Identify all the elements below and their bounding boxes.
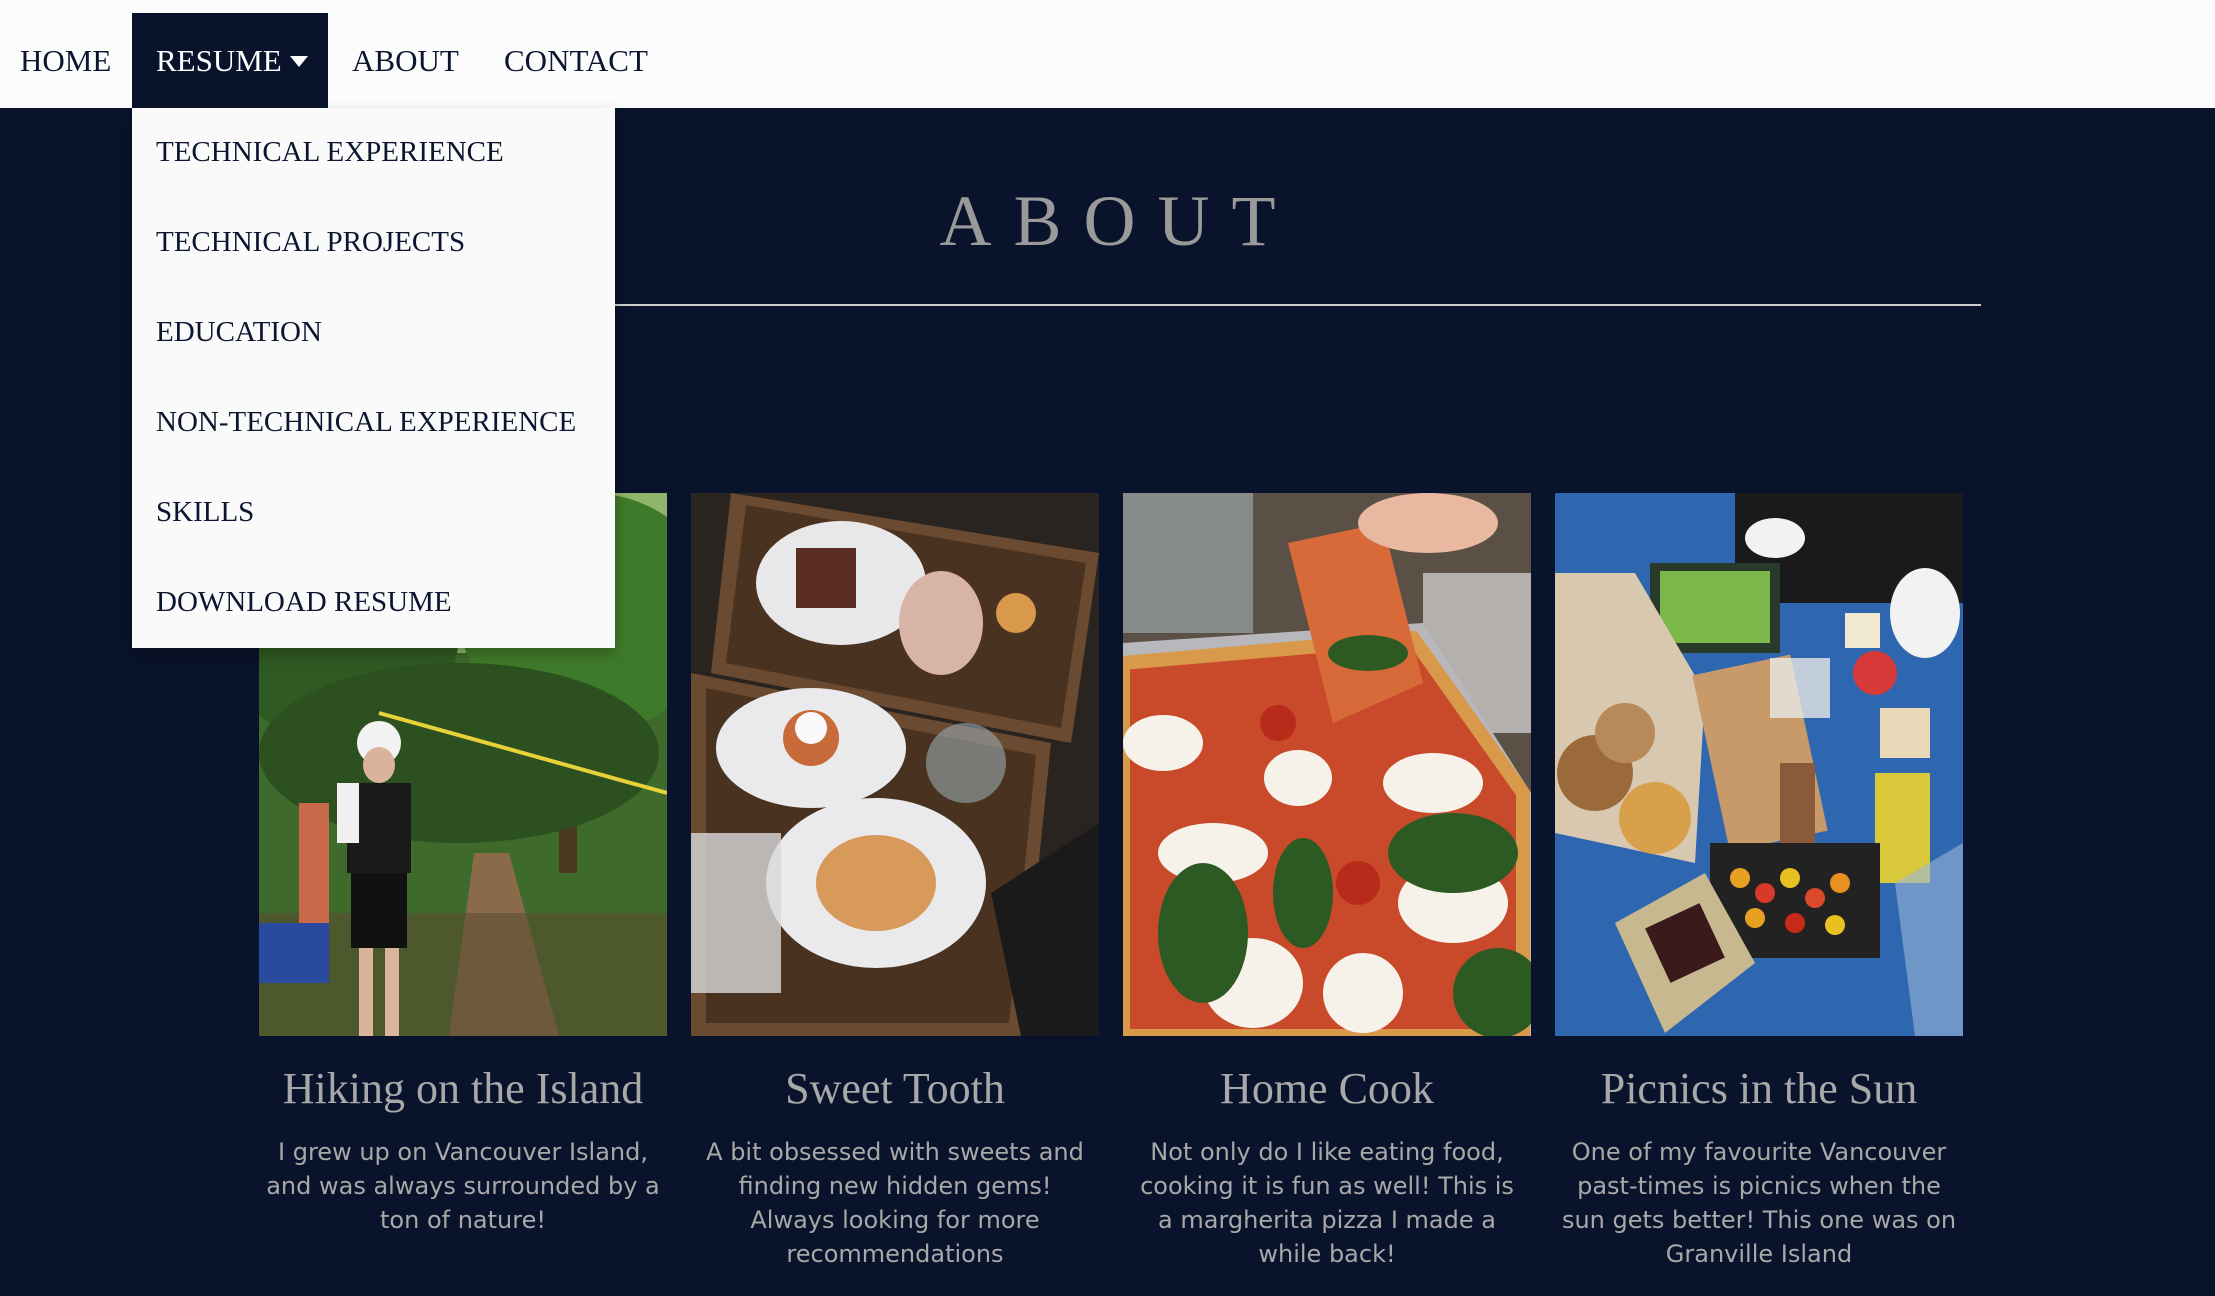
dropdown-item-skills[interactable]: SKILLS <box>156 496 254 529</box>
section-divider <box>615 304 1981 306</box>
nav-home-link[interactable]: HOME <box>20 13 111 108</box>
desserts-photo <box>691 493 1099 1036</box>
dropdown-item-technical-experience[interactable]: TECHNICAL EXPERIENCE <box>156 136 504 169</box>
card-title: Picnics in the Sun <box>1600 1064 1918 1113</box>
card-description: A bit obsessed with sweets and finding n… <box>706 1137 1084 1268</box>
card-description: Not only do I like eating food, cooking … <box>1140 1137 1514 1268</box>
picnic-photo <box>1555 493 1963 1036</box>
nav-resume-dropdown-toggle[interactable]: RESUME <box>132 13 328 108</box>
card-description: I grew up on Vancouver Island, and was a… <box>266 1137 660 1234</box>
top-navbar: HOME RESUME ABOUT CONTACT <box>0 0 2215 108</box>
dropdown-item-non-technical-experience[interactable]: NON-TECHNICAL EXPERIENCE <box>156 406 576 439</box>
pizza-photo <box>1123 493 1531 1036</box>
dropdown-item-education[interactable]: EDUCATION <box>156 316 322 349</box>
caret-down-icon <box>289 56 308 68</box>
resume-dropdown-menu: TECHNICAL EXPERIENCE TECHNICAL PROJECTS … <box>132 108 615 648</box>
card-description: One of my favourite Vancouver past-times… <box>1561 1137 1957 1268</box>
dropdown-item-download-resume[interactable]: DOWNLOAD RESUME <box>156 586 452 619</box>
nav-about-link[interactable]: ABOUT <box>352 13 459 108</box>
nav-resume-label: RESUME <box>156 43 282 78</box>
card-picnics: Picnics in the Sun One of my favourite V… <box>1555 493 1963 1271</box>
card-title: Sweet Tooth <box>785 1064 1005 1113</box>
card-title: Hiking on the Island <box>282 1064 644 1113</box>
card-sweet-tooth: Sweet Tooth A bit obsessed with sweets a… <box>691 493 1099 1271</box>
card-home-cook: Home Cook Not only do I like eating food… <box>1123 493 1531 1271</box>
card-title: Home Cook <box>1220 1064 1434 1113</box>
dropdown-item-technical-projects[interactable]: TECHNICAL PROJECTS <box>156 226 465 259</box>
nav-contact-link[interactable]: CONTACT <box>504 13 648 108</box>
